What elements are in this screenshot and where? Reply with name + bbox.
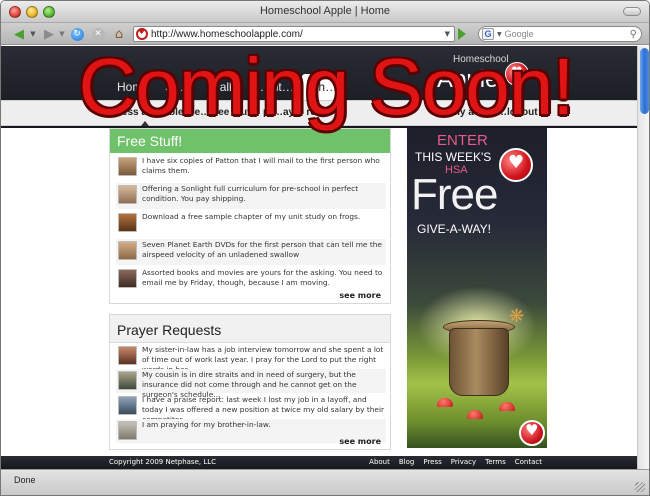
list-item[interactable]: Assorted books and movies are yours for … — [116, 267, 386, 293]
toolbar-toggle-button[interactable] — [623, 7, 641, 16]
main-nav-tab-2[interactable]: Sh… — [157, 74, 200, 100]
search-bar[interactable]: G ▼ Google ⚲ — [478, 26, 642, 42]
list-item-text: I have six copies of Patton that I will … — [142, 156, 380, 175]
sub-nav-bless-a[interactable]: bless a… — [113, 107, 157, 118]
mushroom-illustration — [467, 410, 483, 419]
avatar[interactable] — [118, 371, 137, 390]
logo-small-text: Homeschool — [453, 54, 509, 65]
avatar[interactable] — [118, 346, 137, 365]
list-item-text: Download a free sample chapter of my uni… — [142, 212, 361, 221]
site-favicon-icon — [136, 27, 148, 40]
url-history-dropdown[interactable]: ▼ — [445, 30, 450, 38]
prayer-requests-panel: Prayer Requests My sister-in-law has a j… — [109, 314, 391, 450]
resize-grip-icon[interactable] — [635, 482, 645, 492]
ad-free-text: Free — [411, 170, 498, 219]
avatar[interactable] — [118, 213, 137, 232]
avatar[interactable] — [118, 185, 137, 204]
list-item[interactable]: Offering a Sonlight full curriculum for … — [116, 183, 386, 209]
sub-nav-my-account[interactable]: my accou… — [451, 107, 507, 118]
list-item-text: Offering a Sonlight full curriculum for … — [142, 184, 359, 203]
page-viewport: Home Sh… …all… …nt… Rh… Homeschool Apple… — [1, 46, 637, 469]
avatar[interactable] — [118, 269, 137, 288]
logo-big-text: Apple — [437, 66, 499, 93]
footer-link-contact[interactable]: Contact — [515, 458, 542, 466]
main-nav-tab-4[interactable]: …nt… — [252, 74, 302, 100]
mushroom-illustration — [437, 398, 453, 407]
scrollbar-thumb[interactable] — [640, 48, 649, 114]
go-arrow-icon[interactable] — [458, 28, 466, 40]
site-footer: Copyright 2009 Netphase, LLC About Blog … — [1, 456, 637, 469]
list-item[interactable]: I have a praise report: last week I lost… — [116, 394, 386, 424]
url-bar[interactable]: http://www.homeschoolapple.com/ ▼ — [133, 26, 455, 42]
vertical-scrollbar[interactable] — [637, 46, 649, 469]
stop-icon[interactable]: ✕ — [89, 26, 107, 42]
home-icon[interactable]: ⌂ — [110, 26, 128, 42]
main-nav-tab-active[interactable]: Rh… — [301, 74, 346, 100]
list-item-text: I am praying for my brother-in-law. — [142, 420, 271, 429]
ad-this-week-text: THIS WEEK'S — [415, 150, 492, 164]
title-bar: Homeschool Apple | Home — [1, 1, 649, 23]
sub-nav-free-stuff[interactable]: free stuff — [211, 107, 254, 118]
free-stuff-panel: Free Stuff! I have six copies of Patton … — [109, 128, 391, 304]
active-sub-nav-marker — [141, 121, 149, 126]
search-engine-dropdown[interactable]: ▼ — [497, 31, 502, 38]
copyright-text: Copyright 2009 Netphase, LLC — [109, 458, 217, 466]
footer-link-about[interactable]: About — [369, 458, 390, 466]
footer-link-terms[interactable]: Terms — [485, 458, 506, 466]
footer-link-press[interactable]: Press — [423, 458, 441, 466]
list-item-text: Assorted books and movies are yours for … — [142, 268, 383, 287]
ad-enter-text: ENTER — [437, 132, 488, 149]
free-stuff-see-more-link[interactable]: see more — [339, 291, 381, 300]
list-item[interactable]: My cousin is in dire straits and in need… — [116, 369, 386, 399]
google-icon[interactable]: G — [482, 28, 494, 40]
list-item[interactable]: I have six copies of Patton that I will … — [116, 155, 386, 181]
site-logo[interactable]: Homeschool Apple — [433, 52, 537, 93]
list-item[interactable]: Seven Planet Earth DVDs for the first pe… — [116, 239, 386, 265]
prayer-requests-see-more-link[interactable]: see more — [339, 437, 381, 446]
status-bar: Done — [1, 469, 649, 495]
sub-nav-logout[interactable]: logout — [507, 107, 538, 118]
heart-apple-icon[interactable] — [519, 420, 545, 446]
free-stuff-title: Free Stuff! — [110, 129, 390, 153]
sub-nav: bless a… …blesse… free stuff pr…ayer req… — [1, 100, 637, 126]
butterfly-icon: ❋ — [509, 306, 525, 327]
pot-illustration — [449, 328, 509, 396]
avatar[interactable] — [118, 396, 137, 415]
footer-link-blog[interactable]: Blog — [399, 458, 414, 466]
status-text: Done — [14, 475, 36, 485]
giveaway-ad-banner[interactable]: ENTER THIS WEEK'S HSA Free GIVE-A-WAY! ❋ — [407, 128, 547, 448]
main-nav-tab-home[interactable]: Home — [109, 74, 157, 100]
prayer-requests-title: Prayer Requests — [110, 315, 390, 343]
browser-toolbar: ◀ ▼ ▶ ▼ ↻ ✕ ⌂ http://www.homeschoolapple… — [1, 23, 649, 45]
list-item[interactable]: Download a free sample chapter of my uni… — [116, 211, 386, 237]
ad-giveaway-text: GIVE-A-WAY! — [417, 222, 492, 236]
avatar[interactable] — [118, 421, 137, 440]
forward-history-dropdown[interactable]: ▼ — [58, 26, 66, 42]
mushroom-illustration — [499, 402, 515, 411]
browser-window: Homeschool Apple | Home ◀ ▼ ▶ ▼ ↻ ✕ ⌂ ht… — [0, 0, 650, 496]
footer-links: About Blog Press Privacy Terms Contact — [369, 458, 542, 466]
main-nav-tab-3[interactable]: …all… — [200, 74, 252, 100]
list-item[interactable]: My sister-in-law has a job interview tom… — [116, 344, 386, 374]
search-input[interactable]: Google — [505, 29, 534, 39]
footer-link-privacy[interactable]: Privacy — [451, 458, 476, 466]
avatar[interactable] — [118, 241, 137, 260]
search-magnifier-icon[interactable]: ⚲ — [630, 29, 637, 40]
sub-nav-blessed[interactable]: …blesse… — [159, 107, 210, 118]
back-arrow-icon[interactable]: ◀ — [9, 26, 29, 42]
forward-arrow-icon[interactable]: ▶ — [39, 26, 59, 42]
url-text[interactable]: http://www.homeschoolapple.com/ — [151, 29, 445, 40]
main-nav: Home Sh… …all… …nt… Rh… — [109, 74, 346, 100]
sub-nav-prayer-requests[interactable]: pr…ayer reque… — [263, 107, 344, 118]
back-history-dropdown[interactable]: ▼ — [29, 26, 37, 42]
list-item-text: Seven Planet Earth DVDs for the first pe… — [142, 240, 382, 259]
avatar[interactable] — [118, 157, 137, 176]
reload-icon[interactable]: ↻ — [68, 26, 86, 42]
window-title: Homeschool Apple | Home — [259, 5, 391, 17]
apple-icon — [499, 148, 533, 182]
apple-icon — [505, 62, 529, 86]
